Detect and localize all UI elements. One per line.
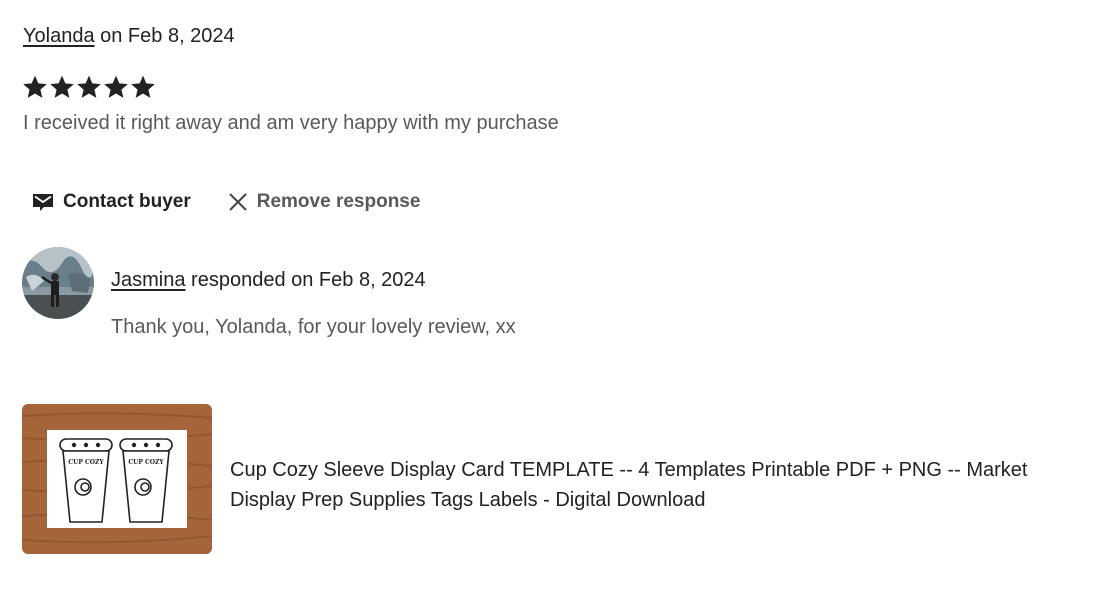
remove-response-button[interactable]: Remove response (227, 191, 421, 213)
avatar[interactable] (22, 247, 94, 319)
response-text: Thank you, Yolanda, for your lovely revi… (111, 316, 516, 338)
reviewer-name-link[interactable]: Yolanda (23, 25, 95, 47)
review-date: on Feb 8, 2024 (94, 25, 235, 47)
contact-buyer-label: Contact buyer (63, 191, 191, 212)
envelope-icon (31, 190, 55, 214)
thumb-label: CUP COZY (68, 459, 104, 466)
star-icon (22, 74, 48, 100)
star-icon (130, 74, 156, 100)
contact-buyer-button[interactable]: Contact buyer (31, 190, 191, 214)
thumb-label: CUP COZY (128, 459, 164, 466)
star-icon (76, 74, 102, 100)
response-date: responded on Feb 8, 2024 (185, 269, 426, 291)
review-text: I received it right away and am very hap… (23, 112, 559, 134)
remove-response-label: Remove response (256, 191, 421, 212)
responder-name-link[interactable]: Jasmina (111, 269, 185, 291)
product-title-link[interactable]: Cup Cozy Sleeve Display Card TEMPLATE --… (230, 455, 1050, 515)
review-header: Yolanda on Feb 8, 2024 (23, 25, 235, 48)
product-thumbnail[interactable]: CUP COZY CUP COZY (22, 404, 212, 554)
star-rating (22, 74, 156, 100)
star-icon (49, 74, 75, 100)
response-header: Jasmina responded on Feb 8, 2024 (111, 269, 426, 292)
review-actions: Contact buyer Remove response (31, 190, 420, 214)
star-icon (103, 74, 129, 100)
close-icon (227, 191, 249, 213)
